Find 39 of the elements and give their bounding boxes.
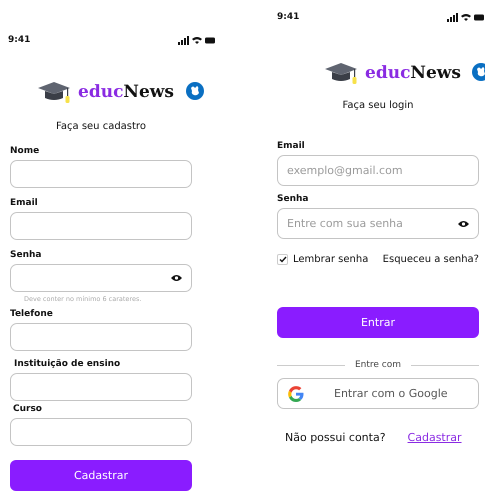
register-link[interactable]: Cadastrar [408,431,462,444]
no-account-text: Não possui conta? [285,431,386,444]
eye-icon[interactable] [458,220,469,228]
field-label: Telefone [10,309,53,319]
input-field[interactable] [10,160,192,188]
brand-logo-text: educNews [78,82,174,102]
status-time: 9:41 [8,35,30,45]
field-label: Email [277,141,305,151]
input-field[interactable]: exemplo@gmail.com [277,155,479,186]
graduation-cap-icon [36,79,72,105]
page-title: Faça seu cadastro [55,121,147,132]
brand-logo-text: educNews [365,63,461,83]
google-icon [288,386,304,402]
page-title: Faça seu login [341,100,414,111]
status-icons [178,36,216,44]
input-field[interactable] [10,373,192,401]
login-button[interactable]: Entrar [277,307,479,338]
status-icons [447,12,485,22]
field-label: Senha [277,194,308,204]
register-button[interactable]: Cadastrar [10,460,192,491]
divider-text: Entre com [354,360,402,370]
status-time: 9:41 [277,12,300,22]
google-login-button[interactable]: Entrar com o Google [277,378,479,409]
field-label: Instituição de ensino [13,359,120,369]
graduation-cap-icon [323,60,359,86]
input-field[interactable] [10,212,192,240]
eye-icon[interactable] [171,274,182,282]
check-icon [278,256,286,263]
remember-checkbox[interactable] [277,254,288,265]
input-field[interactable] [10,418,192,446]
forgot-password-link[interactable]: Esqueceu a senha? [382,254,479,265]
field-label: Curso [12,404,42,414]
field-label: Email [10,198,38,208]
input-field[interactable] [10,323,192,351]
field-label: Nome [10,146,40,156]
remember-label: Lembrar senha [293,254,368,265]
password-field[interactable]: Entre com sua senha [277,208,479,239]
field-label: Senha [10,250,42,260]
password-field[interactable] [10,264,192,292]
